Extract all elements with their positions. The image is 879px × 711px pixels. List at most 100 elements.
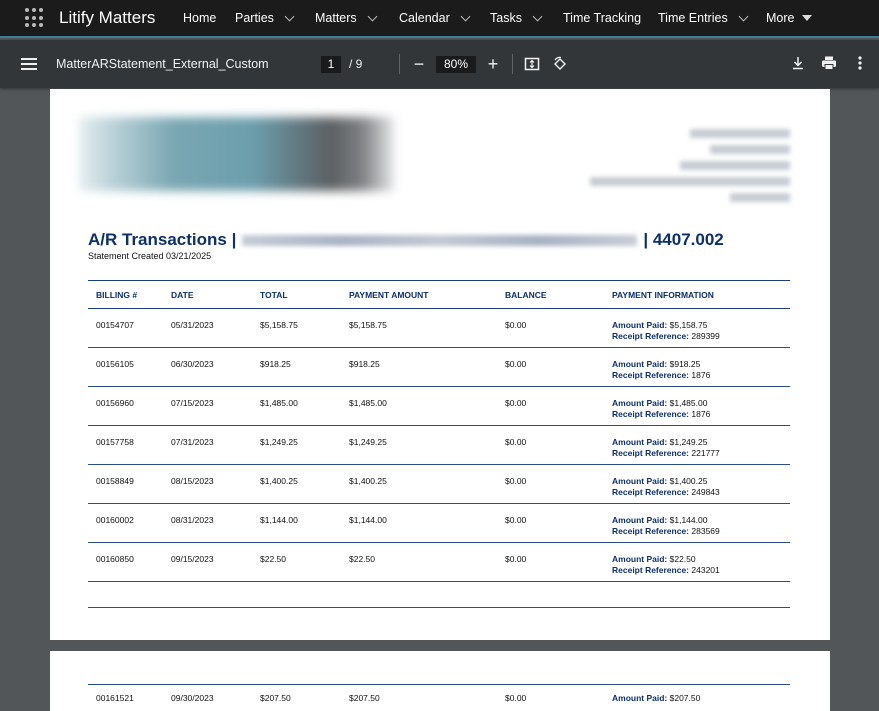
billing-total: $22.50 xyxy=(252,542,341,582)
amount-paid-label: Amount Paid: xyxy=(612,359,668,369)
amount-paid-value: $22.50 xyxy=(669,554,696,564)
payment-info: Amount Paid: $918.25 Receipt Reference: 1… xyxy=(604,347,790,387)
nav-time-entries-label: Time Entries xyxy=(658,11,728,25)
zoom-level-input[interactable]: 80% xyxy=(436,55,476,73)
column-header: DATE xyxy=(163,280,252,309)
column-header: BALANCE xyxy=(497,280,604,309)
nav-time-entries[interactable]: Time Entries xyxy=(658,0,766,36)
amount-paid-value: $5,158.75 xyxy=(669,320,708,330)
nav-tasks[interactable]: Tasks xyxy=(490,0,563,36)
receipt-reference-label: Receipt Reference: xyxy=(612,487,690,497)
menu-icon[interactable] xyxy=(21,58,37,70)
more-options-icon[interactable] xyxy=(851,54,869,72)
receipt-reference-value: 1876 xyxy=(691,409,711,419)
nav-matters[interactable]: Matters xyxy=(315,0,399,36)
payment-amount: $1,249.25 xyxy=(341,425,497,465)
table-row: 00158849 08/15/2023 $1,400.25 $1,400.25 $0.0… xyxy=(88,464,790,504)
fit-page-icon[interactable] xyxy=(523,55,541,73)
payment-info: Amount Paid: $22.50 Receipt Reference: 24… xyxy=(604,542,790,582)
billing-number: 00160002 xyxy=(88,503,163,543)
chevron-down-icon xyxy=(460,11,471,21)
billing-number: 00157758 xyxy=(88,425,163,465)
amount-paid-value: $918.25 xyxy=(669,359,701,369)
page-count: / 9 xyxy=(349,57,363,71)
nav-parties-label: Parties xyxy=(235,11,274,25)
billing-date: 08/31/2023 xyxy=(163,503,252,543)
table-row: 00157758 07/31/2023 $1,249.25 $1,249.25 $0.0… xyxy=(88,425,790,465)
table-header-row: BILLING # DATE TOTAL PAYMENT AMOUNT BALA… xyxy=(88,280,790,309)
payment-amount: $918.25 xyxy=(341,347,497,387)
payment-amount: $1,144.00 xyxy=(341,503,497,543)
balance: $0.00 xyxy=(497,425,604,465)
toolbar-divider xyxy=(512,54,513,74)
statement-title-prefix: A/R Transactions | xyxy=(88,230,237,249)
chevron-down-icon xyxy=(532,11,543,21)
billing-total: $1,249.25 xyxy=(252,425,341,465)
receipt-reference-label: Receipt Reference: xyxy=(612,409,690,419)
transactions-table: BILLING # DATE TOTAL PAYMENT AMOUNT BALA… xyxy=(88,280,790,582)
table-row: 00156105 06/30/2023 $918.25 $918.25 $0.00 Amo… xyxy=(88,347,790,387)
caret-down-icon xyxy=(802,15,813,21)
amount-paid-value: $1,485.00 xyxy=(669,398,708,408)
receipt-reference-value: 221777 xyxy=(691,448,720,458)
nav-home[interactable]: Home xyxy=(183,0,235,36)
balance: $0.00 xyxy=(497,503,604,543)
receipt-reference-label: Receipt Reference: xyxy=(612,331,690,341)
document-title: MatterARStatement_External_Custom xyxy=(56,57,269,71)
matter-name-redacted xyxy=(242,234,638,246)
column-header: TOTAL xyxy=(252,280,341,309)
zoom-in-icon[interactable]: + xyxy=(484,55,502,73)
balance: $0.00 xyxy=(497,542,604,582)
billing-number: 00160850 xyxy=(88,542,163,582)
amount-paid-value: $1,400.25 xyxy=(669,476,708,486)
receipt-reference-label: Receipt Reference: xyxy=(612,526,690,536)
receipt-reference-value: 243201 xyxy=(691,565,720,575)
balance: $0.00 xyxy=(497,386,604,426)
billing-date: 08/15/2023 xyxy=(163,464,252,504)
column-header: PAYMENT INFORMATION xyxy=(604,280,790,309)
page-number-input[interactable]: 1 xyxy=(321,55,341,73)
billing-number: 00158849 xyxy=(88,464,163,504)
billing-total: $1,485.00 xyxy=(252,386,341,426)
nav-parties[interactable]: Parties xyxy=(235,0,315,36)
billing-date: 06/30/2023 xyxy=(163,347,252,387)
amount-paid-label: Amount Paid: xyxy=(612,554,668,564)
nav-calendar[interactable]: Calendar xyxy=(399,0,490,36)
column-header: BILLING # xyxy=(88,280,163,309)
download-icon[interactable] xyxy=(789,54,807,72)
amount-paid-value: $1,249.25 xyxy=(669,437,708,447)
balance: $0.00 xyxy=(497,464,604,504)
amount-paid-label: Amount Paid: xyxy=(612,320,668,330)
billing-date: 09/15/2023 xyxy=(163,542,252,582)
rotate-icon[interactable] xyxy=(551,55,569,73)
amount-paid-label: Amount Paid: xyxy=(612,398,668,408)
nav-time-tracking[interactable]: Time Tracking xyxy=(563,0,658,36)
nav-matters-label: Matters xyxy=(315,11,357,25)
app-launcher-icon[interactable] xyxy=(25,8,45,28)
statement-created-date: Statement Created 03/21/2025 xyxy=(88,251,212,261)
amount-paid-label: Amount Paid: xyxy=(612,437,668,447)
toolbar-divider xyxy=(399,54,400,74)
nav-time-tracking-label: Time Tracking xyxy=(563,11,642,25)
payment-info: Amount Paid: $1,400.25 Receipt Reference:… xyxy=(604,464,790,504)
print-icon[interactable] xyxy=(820,54,838,72)
receipt-reference-value: 283569 xyxy=(691,526,720,536)
chevron-down-icon xyxy=(367,11,378,21)
amount-paid-value: $1,144.00 xyxy=(669,515,708,525)
firm-logo-redacted xyxy=(79,117,394,191)
zoom-out-icon[interactable]: − xyxy=(410,55,428,73)
receipt-reference-value: 1876 xyxy=(691,370,711,380)
billing-date: 07/15/2023 xyxy=(163,386,252,426)
nav-home-label: Home xyxy=(183,11,217,25)
statement-title: A/R Transactions | | 4407.002 xyxy=(88,230,724,250)
toolbar-actions xyxy=(776,54,869,72)
amount-paid-label: Amount Paid: xyxy=(612,515,668,525)
nav-calendar-label: Calendar xyxy=(399,11,450,25)
table-row: 00156960 07/15/2023 $1,485.00 $1,485.00 $0.0… xyxy=(88,386,790,426)
nav-more[interactable]: More xyxy=(766,0,826,36)
balance: $0.00 xyxy=(497,347,604,387)
table-row: 00154707 05/31/2023 $5,158.75 $5,158.75 $0.0… xyxy=(88,308,790,348)
payment-info: Amount Paid: $1,249.25 Receipt Reference:… xyxy=(604,425,790,465)
amount-paid-label: Amount Paid: xyxy=(612,476,668,486)
table-footer-line xyxy=(88,607,790,608)
